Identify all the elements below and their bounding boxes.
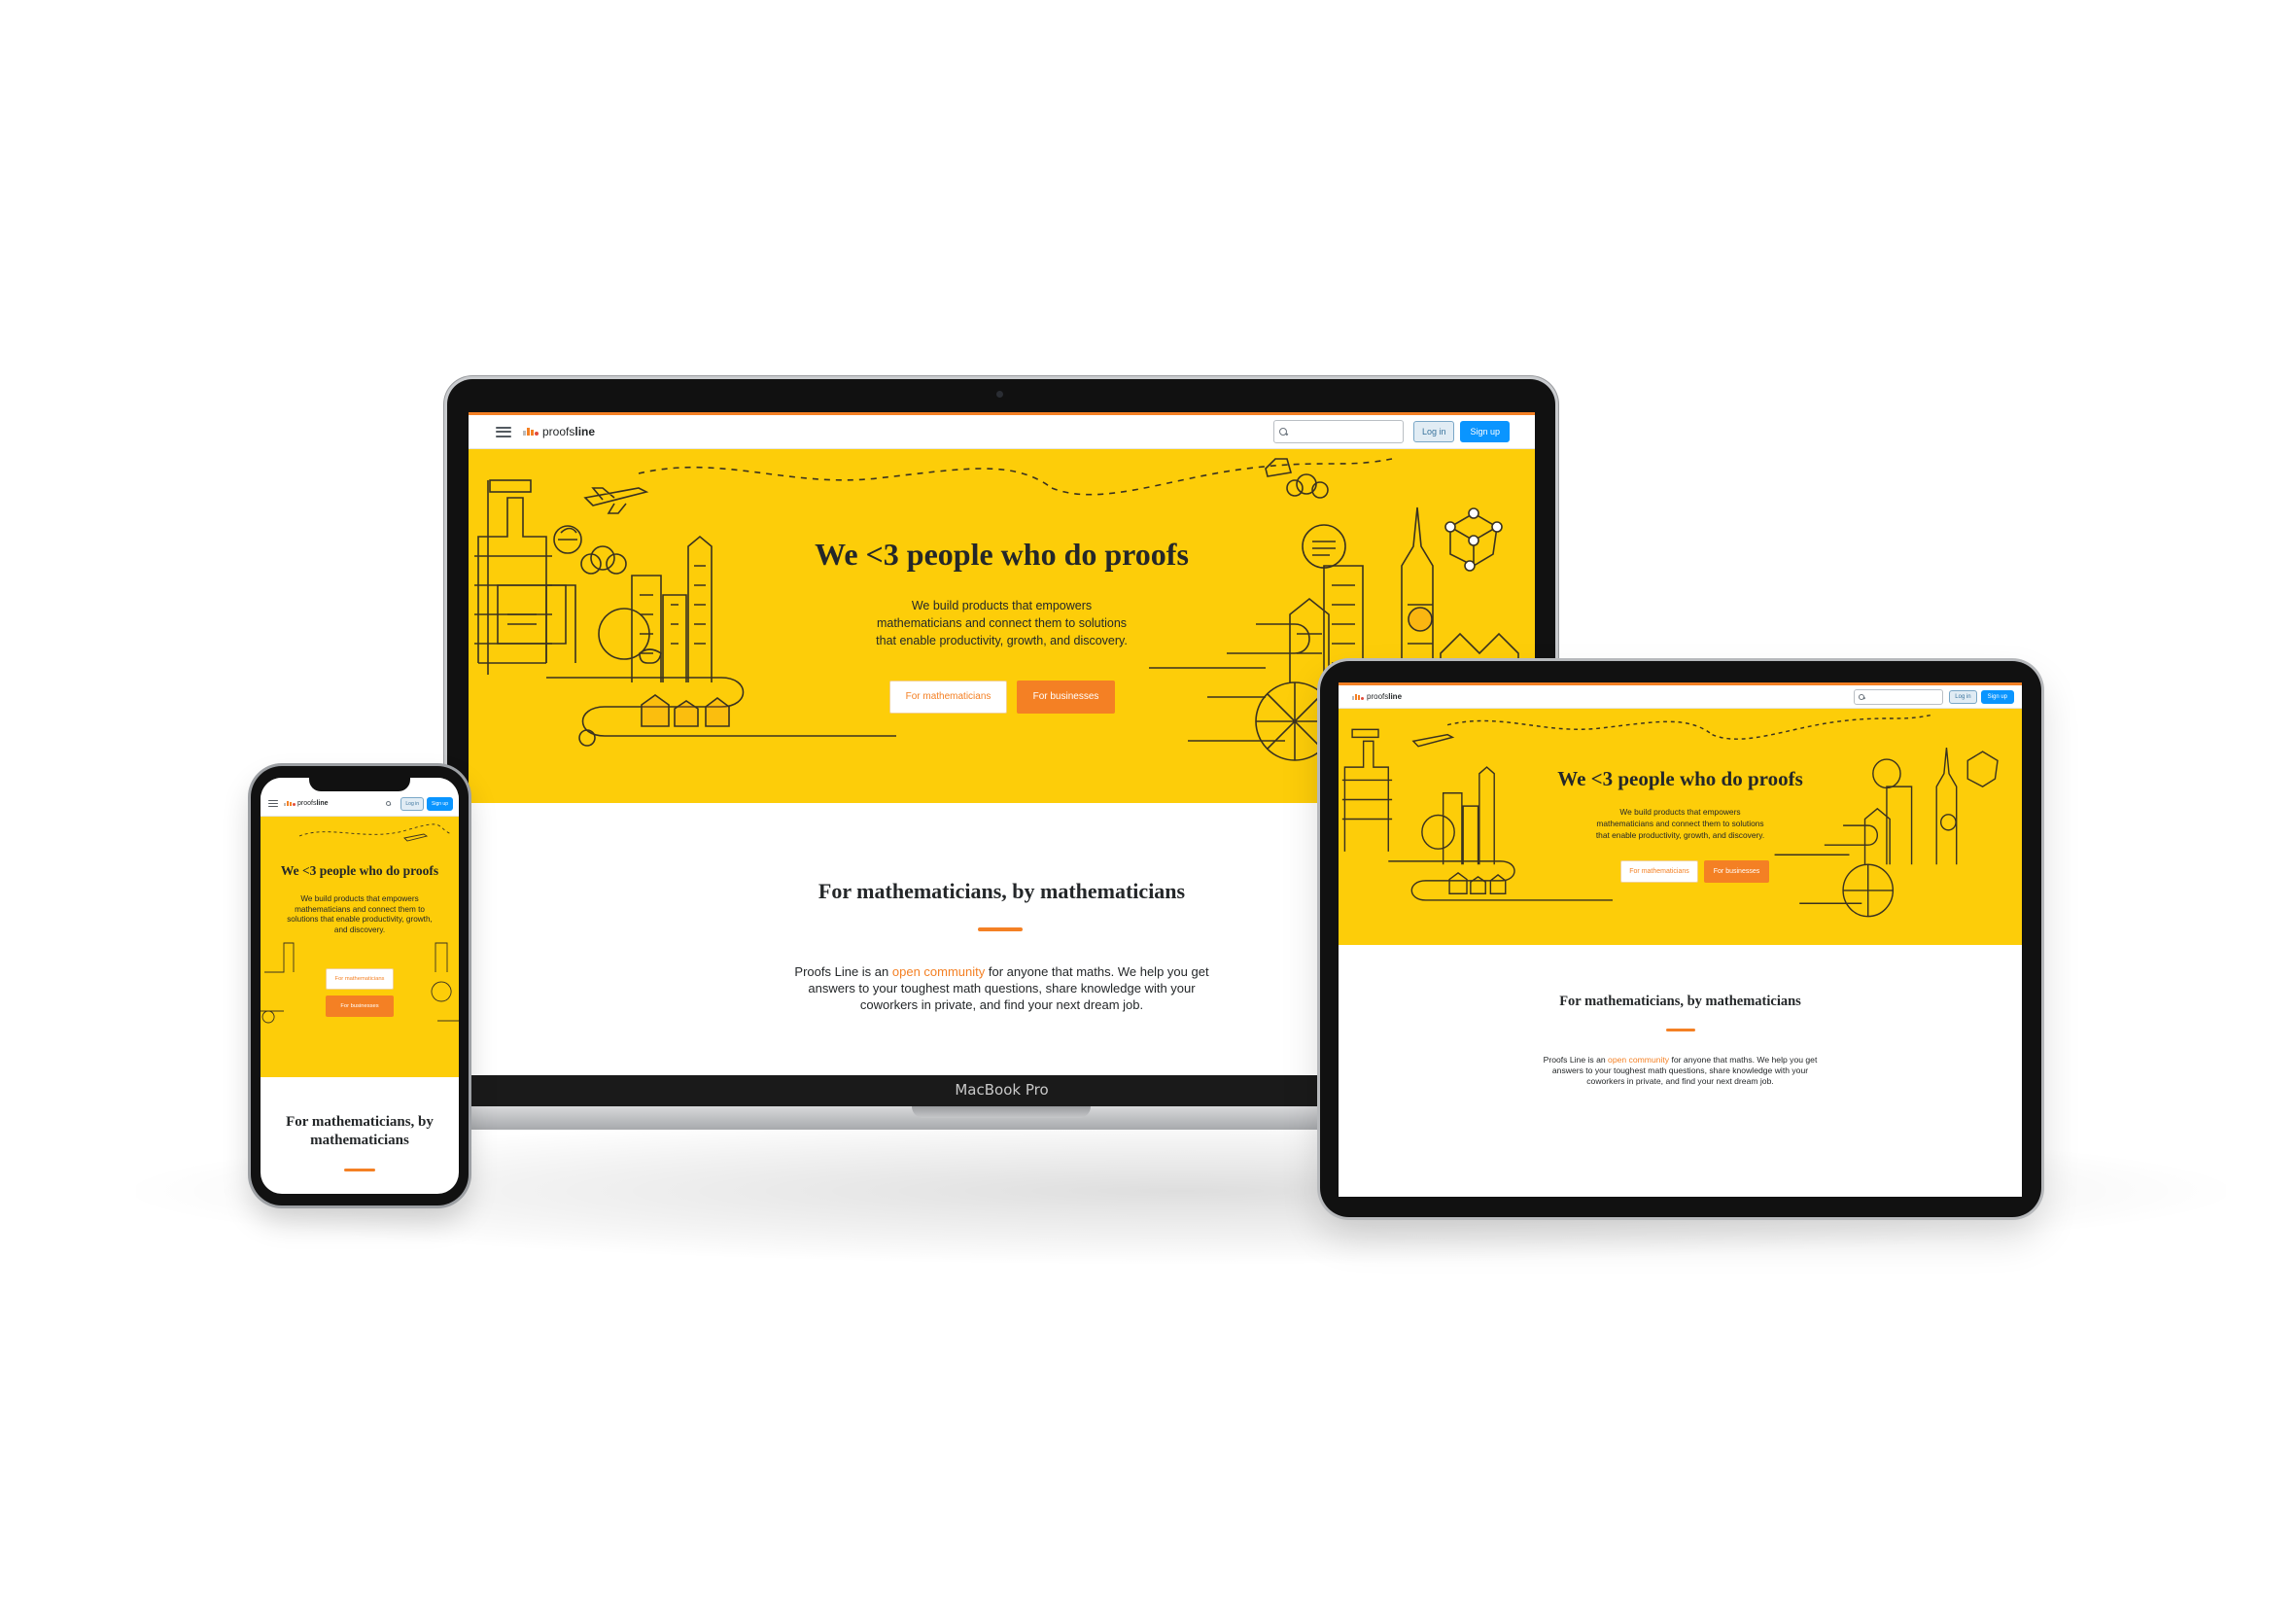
section-title: For mathematicians, by mathematicians <box>286 1114 434 1148</box>
hero-title: We <3 people who do proofs <box>815 537 1189 572</box>
menu-icon[interactable] <box>268 800 278 807</box>
hero-title: We <3 people who do proofs <box>1557 767 1803 790</box>
laptop-camera <box>996 391 1003 398</box>
logo[interactable]: proofsline <box>1352 692 1402 701</box>
signup-button[interactable]: Sign up <box>427 796 453 811</box>
hero-banner: We <3 people who do proofs We build prod… <box>261 817 459 1077</box>
hero-subtitle: We build products that empowers mathemat… <box>876 599 1128 648</box>
signup-button[interactable]: Sign up <box>1460 421 1510 442</box>
logo[interactable]: proofsline <box>284 800 329 807</box>
signup-button[interactable]: Sign up <box>1980 689 2014 704</box>
tablet-screen: proofsline Log in Sign up We <3 people w… <box>1339 682 2022 1197</box>
top-navbar: proofsline Log in Sign up <box>1339 682 2022 709</box>
section-divider <box>978 927 1023 931</box>
search-icon <box>1859 693 1865 700</box>
search-icon[interactable] <box>386 801 392 806</box>
search-input[interactable] <box>1272 420 1404 443</box>
logo-prefix: proofs <box>297 800 317 807</box>
phone-screen: proofsline Log in Sign up We <3 people w… <box>261 778 459 1194</box>
hero-title: We <3 people who do proofs <box>280 863 439 878</box>
logo-mark-icon <box>1352 693 1364 700</box>
open-community-link[interactable]: open community <box>1608 1055 1669 1065</box>
logo[interactable]: proofsline <box>523 425 595 438</box>
login-button[interactable]: Log in <box>1949 689 1977 704</box>
logo-suffix: line <box>1388 692 1403 701</box>
section-divider <box>344 1169 375 1171</box>
laptop-notch <box>912 1106 1091 1118</box>
for-businesses-button[interactable]: For businesses <box>1704 860 1769 883</box>
for-mathematicians-button[interactable]: For mathematicians <box>1620 860 1698 883</box>
logo-prefix: proofs <box>542 425 575 438</box>
for-businesses-button[interactable]: For businesses <box>326 996 394 1017</box>
login-button[interactable]: Log in <box>400 796 425 811</box>
for-mathematicians-button[interactable]: For mathematicians <box>326 968 394 990</box>
hero-subtitle: We build products that empowers mathemat… <box>1595 807 1765 841</box>
city-illustration <box>261 823 459 1024</box>
login-button[interactable]: Log in <box>1412 421 1455 442</box>
hero-banner: We <3 people who do proofs We build prod… <box>1339 709 2022 945</box>
phone-notch <box>309 776 410 791</box>
section-body: Proofs Line is an open community for any… <box>794 964 1209 1012</box>
search-input[interactable] <box>1854 688 1944 705</box>
section-divider <box>1666 1029 1695 1031</box>
search-icon <box>1278 428 1287 436</box>
top-navbar: proofsline Log in Sign up <box>469 412 1535 449</box>
logo-suffix: line <box>574 425 596 438</box>
menu-icon[interactable] <box>496 426 511 437</box>
logo-mark-icon <box>523 428 539 436</box>
hero-subtitle: We build products that empowers mathemat… <box>287 894 433 934</box>
for-businesses-button[interactable]: For businesses <box>1017 681 1115 714</box>
open-community-link[interactable]: open community <box>892 964 985 979</box>
logo-suffix: line <box>316 800 329 807</box>
logo-prefix: proofs <box>1367 692 1389 701</box>
section-title: For mathematicians, by mathematicians <box>1559 994 1801 1009</box>
logo-mark-icon <box>284 801 296 806</box>
for-mathematicians-button[interactable]: For mathematicians <box>889 681 1007 714</box>
section-body: Proofs Line is an open community for any… <box>1543 1055 1818 1087</box>
